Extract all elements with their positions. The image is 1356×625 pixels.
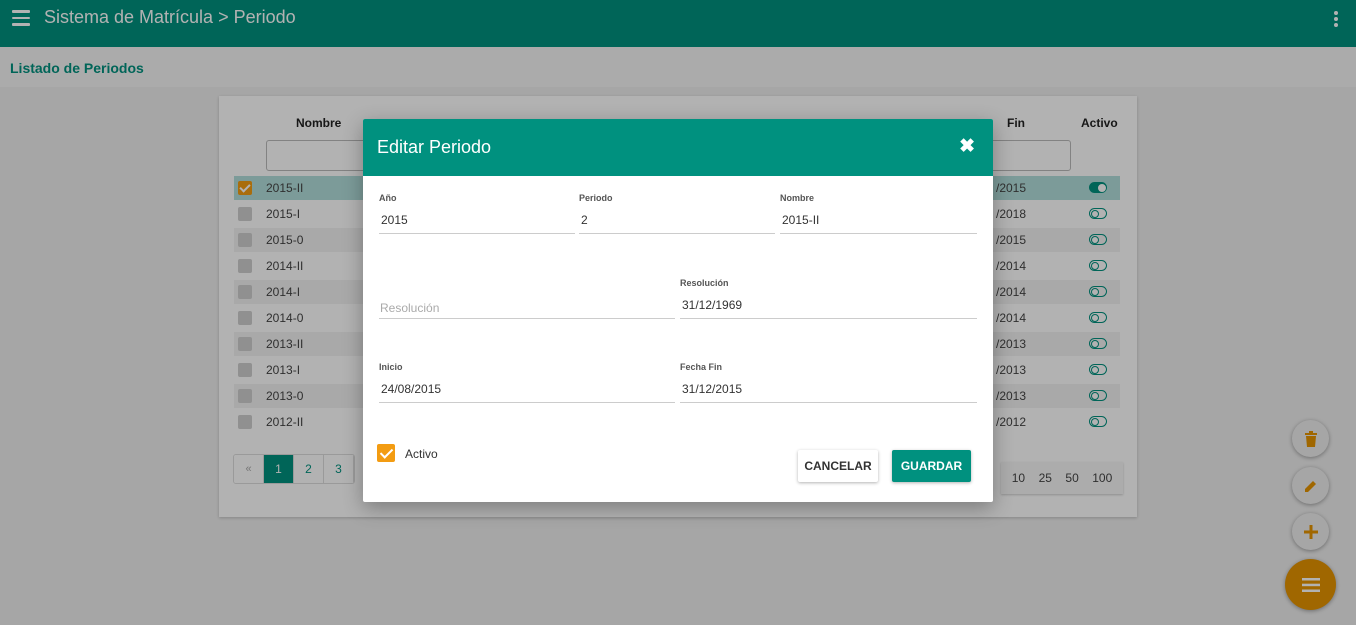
- periodo-field[interactable]: Periodo 2: [579, 193, 775, 234]
- nombre-label: Nombre: [780, 193, 815, 203]
- resolucion-placeholder[interactable]: Resolución: [380, 301, 439, 315]
- fecha-resolucion-value[interactable]: 31/12/1969: [682, 298, 742, 312]
- nombre-value[interactable]: 2015-II: [782, 213, 819, 227]
- activo-label: Activo: [405, 447, 438, 461]
- cancel-button[interactable]: CANCELAR: [798, 450, 878, 482]
- inicio-field[interactable]: Inicio 24/08/2015: [379, 362, 675, 403]
- nombre-underline: [780, 233, 977, 234]
- periodo-label: Periodo: [579, 193, 613, 203]
- edit-periodo-dialog: Editar Periodo ✖ Año 2015 Periodo 2 Nomb…: [363, 119, 993, 502]
- fecha-fin-value[interactable]: 31/12/2015: [682, 382, 742, 396]
- inicio-underline: [379, 402, 675, 403]
- fecha-fin-field[interactable]: Fecha Fin 31/12/2015: [680, 362, 977, 403]
- close-icon[interactable]: ✖: [959, 137, 975, 157]
- anio-label: Año: [379, 193, 397, 203]
- fecha-fin-label: Fecha Fin: [680, 362, 723, 372]
- dialog-title: Editar Periodo: [377, 137, 492, 157]
- inicio-label: Inicio: [379, 362, 403, 372]
- dialog-header: Editar Periodo ✖: [363, 119, 993, 176]
- inicio-value[interactable]: 24/08/2015: [381, 382, 441, 396]
- activo-checkbox[interactable]: [377, 444, 395, 462]
- periodo-value[interactable]: 2: [581, 213, 588, 227]
- anio-value[interactable]: 2015: [381, 213, 408, 227]
- save-button[interactable]: GUARDAR: [892, 450, 971, 482]
- anio-underline: [379, 233, 575, 234]
- fecha-fin-underline: [680, 402, 977, 403]
- fecha-resolucion-underline: [680, 318, 977, 319]
- resolucion-underline: [379, 318, 675, 319]
- anio-field[interactable]: Año 2015: [379, 193, 575, 234]
- nombre-field[interactable]: Nombre 2015-II: [780, 193, 977, 234]
- periodo-underline: [579, 233, 775, 234]
- fecha-resolucion-label: Resolución: [680, 278, 729, 288]
- fecha-resolucion-field[interactable]: Resolución 31/12/1969: [680, 278, 977, 319]
